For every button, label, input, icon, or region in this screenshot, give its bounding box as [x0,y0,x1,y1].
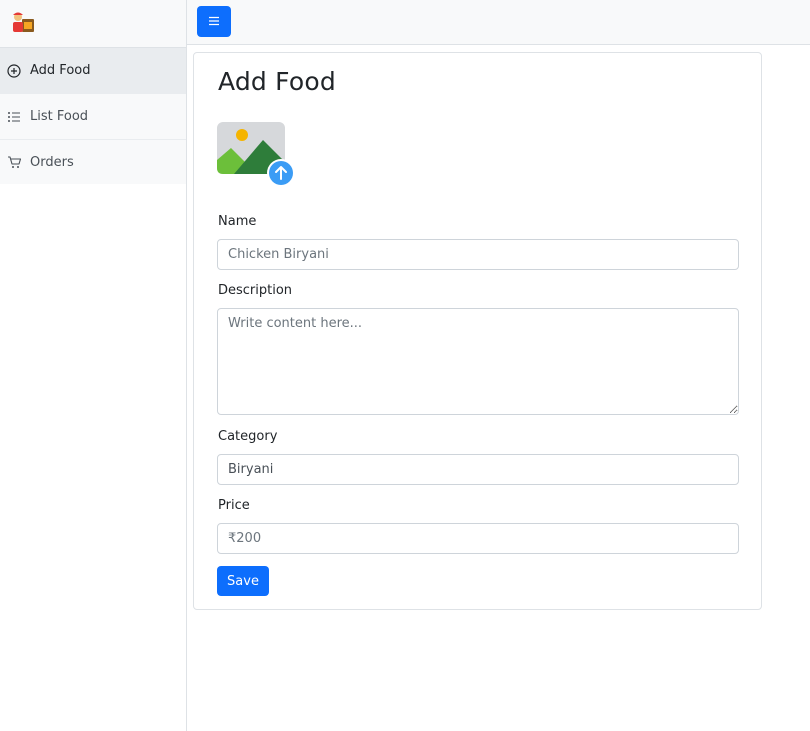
image-upload[interactable] [217,122,297,188]
sidebar-item-label: Orders [30,154,74,170]
save-button[interactable]: Save [217,566,269,596]
description-textarea[interactable] [217,308,739,415]
topbar [187,0,810,45]
category-input[interactable] [217,454,739,485]
brand [0,0,186,48]
description-label: Description [218,283,293,298]
hamburger-menu-icon [208,14,220,29]
add-food-card: Add Food Name Description Category Price… [193,52,762,610]
sidebar-item-add-food[interactable]: Add Food [0,48,186,94]
sidebar-item-orders[interactable]: Orders [0,140,186,184]
food-delivery-logo[interactable] [10,10,36,38]
name-label: Name [218,214,257,229]
name-input[interactable] [217,239,739,270]
plus-circle-icon [7,63,21,78]
cart-icon [7,155,21,169]
sidebar-item-label: Add Food [30,63,91,78]
category-label: Category [218,429,278,444]
price-label: Price [218,498,250,513]
sidebar: Add Food List Food Orders [0,0,187,731]
page-title: Add Food [218,67,336,96]
sidebar-item-label: List Food [30,109,89,124]
price-input[interactable] [217,523,739,554]
sidebar-item-list-food[interactable]: List Food [0,94,186,140]
sidebar-toggle-button[interactable] [197,6,231,37]
image-upload-icon [217,122,297,192]
list-icon [7,110,21,124]
